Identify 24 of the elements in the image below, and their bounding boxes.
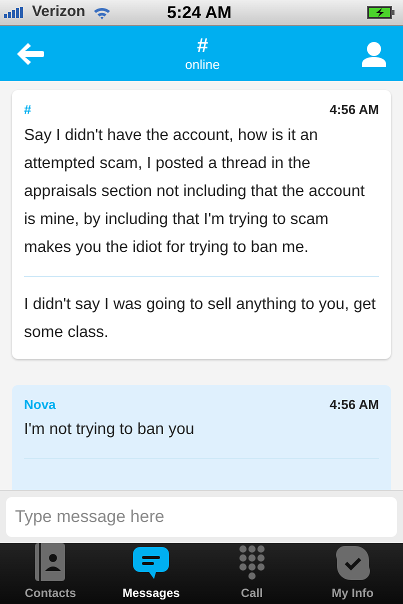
checkmark-badge-icon xyxy=(334,545,371,581)
chat-bubble-icon xyxy=(132,545,170,581)
contact-card-icon xyxy=(35,543,66,581)
carrier-name: Verizon xyxy=(32,2,86,22)
wifi-icon xyxy=(93,6,112,20)
chat-title: # xyxy=(196,34,208,56)
tab-item[interactable]: Messages xyxy=(100,543,202,604)
profile-icon[interactable] xyxy=(361,40,387,66)
sender-name: # xyxy=(24,101,32,119)
tab-item[interactable]: Call xyxy=(202,543,302,604)
tab-item[interactable]: My Info xyxy=(302,543,403,604)
message-input[interactable]: Type message here xyxy=(6,497,397,537)
message-time: 4:56 AM xyxy=(330,396,379,414)
back-arrow-icon[interactable] xyxy=(16,42,44,66)
message-time: 4:56 AM xyxy=(330,101,379,119)
dial-pad-icon xyxy=(238,545,265,581)
message-text: I'm not trying to ban you xyxy=(24,420,196,440)
clock: 5:24 AM xyxy=(167,2,232,24)
battery-icon xyxy=(367,6,395,19)
message-text: Say I didn't have the account, how is it an attempted scam, I posted a thread in the appraisals section not including that the account is mine, by including that I'm trying to scam makes you the idiot for trying to ban me. xyxy=(24,126,366,258)
presence-status: online xyxy=(185,56,220,72)
tab-item[interactable]: Contacts xyxy=(0,543,101,604)
sender-name: Nova xyxy=(24,396,56,414)
message-text: I didn't say I was going to sell anything to you, get some class. xyxy=(24,294,377,342)
